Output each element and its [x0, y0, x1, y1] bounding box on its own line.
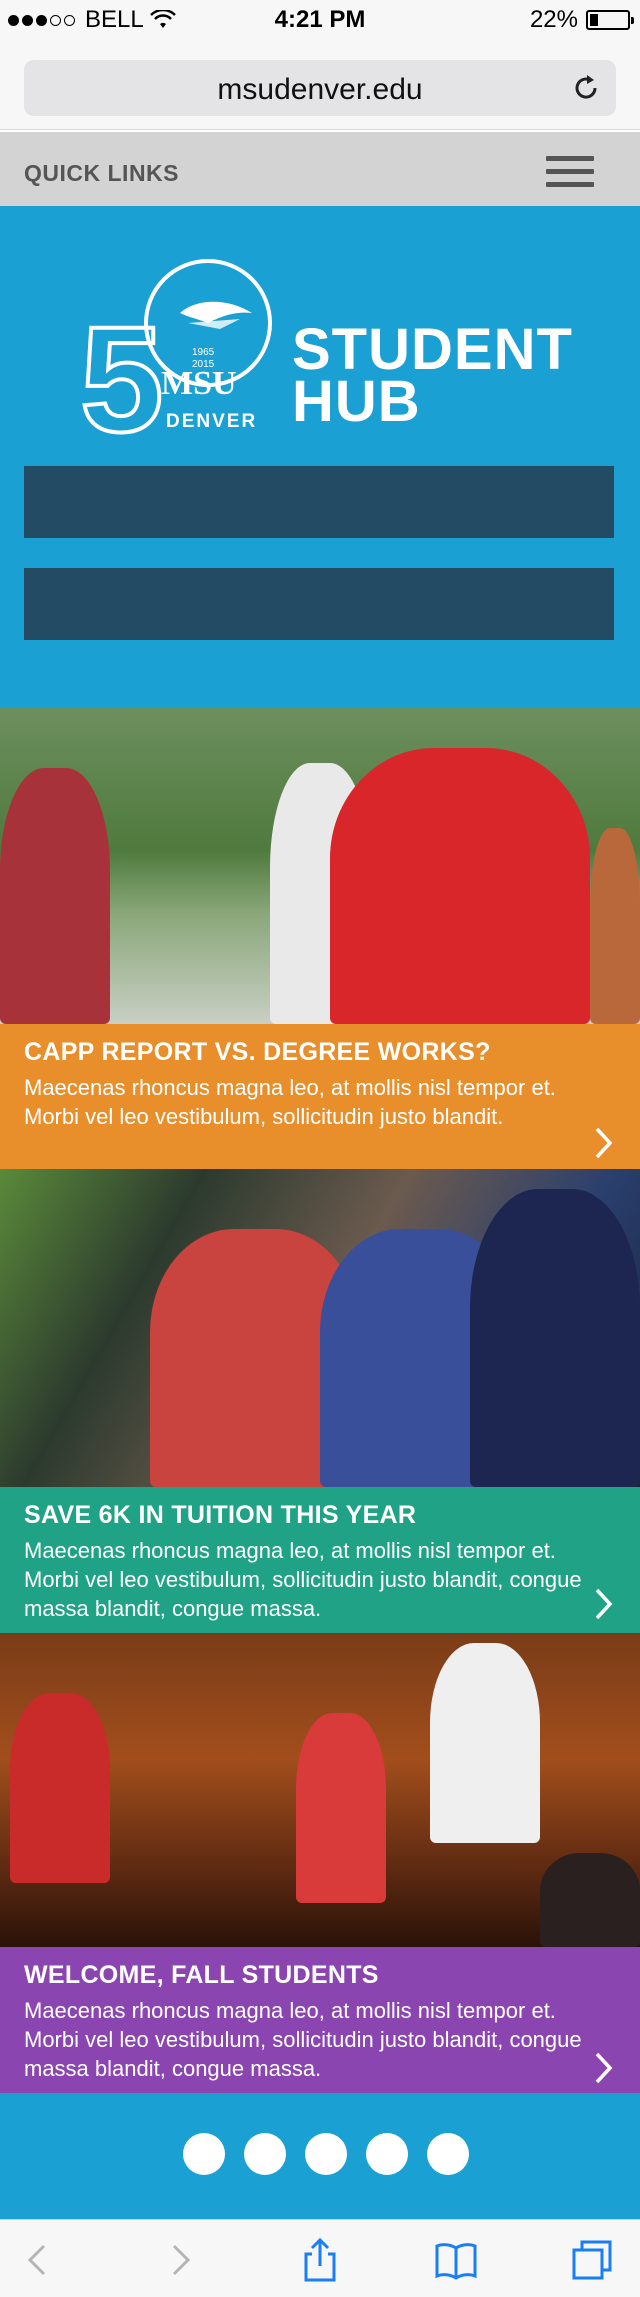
- pager-dot-1[interactable]: [183, 2133, 225, 2175]
- chevron-right-icon[interactable]: [594, 1587, 614, 1621]
- carousel-pager: [0, 2093, 640, 2219]
- bookmarks-icon[interactable]: [434, 2238, 478, 2282]
- svg-text:2015: 2015: [192, 359, 215, 370]
- student-hub-title: STUDENT HUB: [292, 321, 573, 434]
- address-bar[interactable]: msudenver.edu: [24, 60, 616, 116]
- reload-icon[interactable]: [570, 72, 602, 104]
- browser-address-area: msudenver.edu: [0, 40, 640, 130]
- students-classroom-photo: [0, 1169, 640, 1487]
- battery-icon: [586, 10, 634, 30]
- title-line-2: HUB: [292, 369, 421, 434]
- forward-icon[interactable]: [158, 2238, 202, 2282]
- share-icon[interactable]: [298, 2238, 342, 2282]
- card-title: WELCOME, FALL STUDENTS: [24, 1961, 379, 1989]
- back-icon[interactable]: [18, 2238, 62, 2282]
- url-text: msudenver.edu: [217, 73, 423, 106]
- card-band-teal: SAVE 6K IN TUITION THIS YEAR Maecenas rh…: [0, 1487, 640, 1633]
- svg-text:1965: 1965: [192, 347, 215, 358]
- browser-toolbar: [0, 2219, 640, 2297]
- status-right: 22%: [529, 6, 634, 34]
- news-card-capp-report[interactable]: CAPP REPORT VS. DEGREE WORKS? Maecenas r…: [0, 708, 640, 1169]
- card-title: SAVE 6K IN TUITION THIS YEAR: [24, 1501, 417, 1529]
- pager-dots: [183, 2133, 469, 2175]
- battery-percent: 22%: [529, 6, 578, 33]
- quick-links-label[interactable]: QUICK LINKS: [24, 160, 179, 187]
- news-card-welcome-fall[interactable]: WELCOME, FALL STUDENTS Maecenas rhoncus …: [0, 1633, 640, 2093]
- card-description: Maecenas rhoncus magna leo, at mollis ni…: [24, 1538, 582, 1621]
- chevron-right-icon[interactable]: [594, 1126, 614, 1160]
- msu-denver-50-logo: 5 MSU DENVER 1965 2015: [78, 259, 272, 451]
- svg-text:5: 5: [80, 295, 163, 451]
- tabs-icon[interactable]: [570, 2238, 614, 2282]
- mascot-event-photo: [0, 1633, 640, 1947]
- chevron-right-icon[interactable]: [594, 2051, 614, 2085]
- pager-dot-2[interactable]: [244, 2133, 286, 2175]
- quick-links-bar: QUICK LINKS: [0, 132, 640, 206]
- pager-dot-3[interactable]: [305, 2133, 347, 2175]
- news-card-save-tuition[interactable]: SAVE 6K IN TUITION THIS YEAR Maecenas rh…: [0, 1169, 640, 1633]
- svg-text:MSU: MSU: [161, 365, 237, 402]
- pager-dot-5[interactable]: [427, 2133, 469, 2175]
- card-description: Maecenas rhoncus magna leo, at mollis ni…: [24, 1075, 556, 1129]
- status-bar: BELL 4:21 PM 22%: [0, 0, 640, 40]
- students-outdoor-photo: [0, 708, 640, 1024]
- pager-dot-4[interactable]: [366, 2133, 408, 2175]
- svg-text:DENVER: DENVER: [166, 411, 257, 432]
- card-description: Maecenas rhoncus magna leo, at mollis ni…: [24, 1998, 582, 2081]
- card-title: CAPP REPORT VS. DEGREE WORKS?: [24, 1038, 491, 1066]
- hero-section: 5 MSU DENVER 1965 2015 STUDENT HUB: [0, 206, 640, 708]
- card-band-purple: WELCOME, FALL STUDENTS Maecenas rhoncus …: [0, 1947, 640, 2093]
- hero-button-1[interactable]: [24, 466, 614, 538]
- card-band-orange: CAPP REPORT VS. DEGREE WORKS? Maecenas r…: [0, 1024, 640, 1169]
- hamburger-menu-icon[interactable]: [546, 156, 594, 190]
- hero-button-2[interactable]: [24, 568, 614, 640]
